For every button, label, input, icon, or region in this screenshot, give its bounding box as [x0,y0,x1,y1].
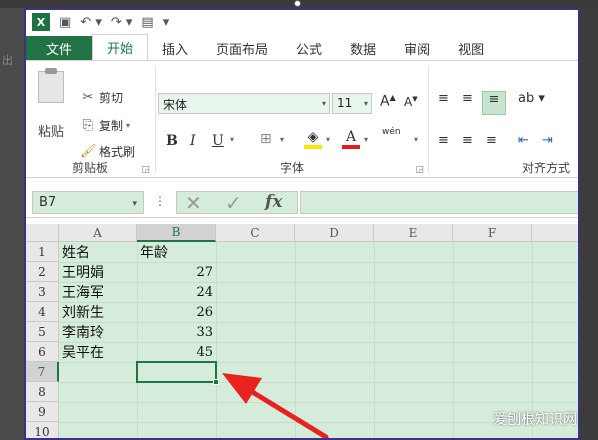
background-left: 出 [0,8,24,440]
resize-handle[interactable] [294,0,301,7]
excel-window: X ▣ ↶ ▾ ↷ ▾ ▤ ▾ 文件 开始 插入 页面布局 公式 数据 审阅 视… [24,8,580,440]
annotation-arrow [222,373,329,438]
ghost-text: 出 [2,54,13,67]
arrow-head [222,373,262,404]
watermark: 爱刨根知识网 [493,412,577,428]
